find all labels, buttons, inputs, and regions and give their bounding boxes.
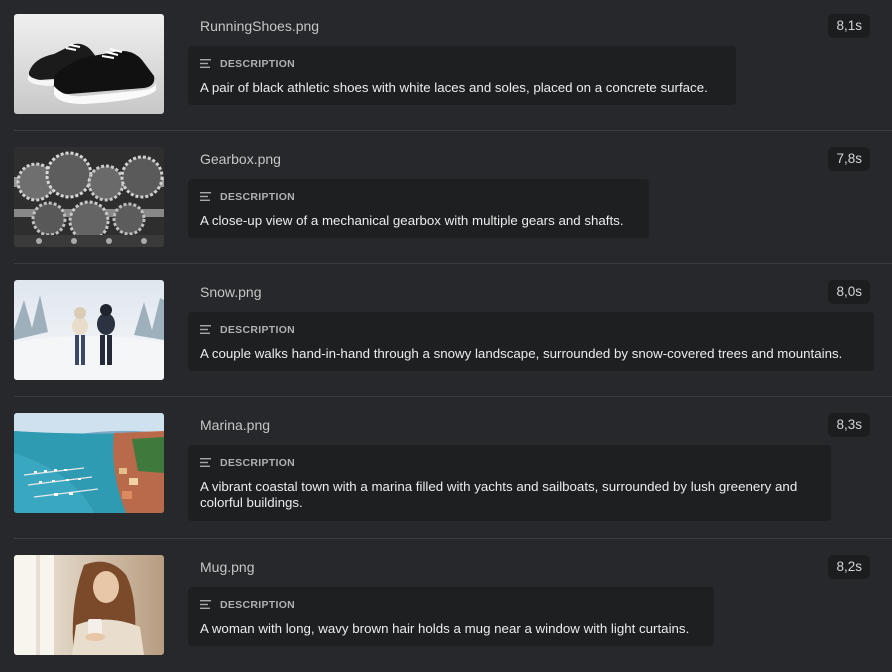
description-card: DESCRIPTION A couple walks hand-in-hand …: [188, 312, 874, 371]
file-name: Snow.png: [200, 284, 262, 300]
gearbox-image[interactable]: [14, 147, 164, 247]
list-item: Gearbox.png 7,8s DESCRIPTION A close-up …: [0, 131, 892, 264]
description-card: DESCRIPTION A close-up view of a mechani…: [188, 179, 649, 238]
description-text: A woman with long, wavy brown hair holds…: [200, 621, 690, 636]
description-text: A couple walks hand-in-hand through a sn…: [200, 346, 843, 361]
duration-badge: 8,1s: [828, 14, 870, 38]
description-text: A pair of black athletic shoes with whit…: [200, 80, 708, 95]
marina-image[interactable]: [14, 413, 164, 513]
description-label: DESCRIPTION: [220, 323, 296, 336]
description-label: DESCRIPTION: [220, 57, 296, 70]
file-name: Mug.png: [200, 559, 255, 575]
duration-badge: 7,8s: [828, 147, 870, 171]
description-label: DESCRIPTION: [220, 456, 296, 469]
mug-image[interactable]: [14, 555, 164, 655]
list-item: Mug.png 8,2s DESCRIPTION A woman with lo…: [0, 539, 892, 672]
file-name: Gearbox.png: [200, 151, 281, 167]
description-card: DESCRIPTION A pair of black athletic sho…: [188, 46, 736, 105]
shoes-image[interactable]: [14, 14, 164, 114]
list-item: Marina.png 8,3s DESCRIPTION A vibrant co…: [0, 397, 892, 539]
description-icon: [200, 325, 211, 334]
description-card: DESCRIPTION A woman with long, wavy brow…: [188, 587, 714, 646]
description-icon: [200, 192, 211, 201]
description-icon: [200, 59, 211, 68]
description-text: A vibrant coastal town with a marina fil…: [200, 479, 798, 510]
duration-badge: 8,2s: [828, 555, 870, 579]
description-icon: [200, 600, 211, 609]
description-text: A close-up view of a mechanical gearbox …: [200, 213, 624, 228]
snow-image[interactable]: [14, 280, 164, 380]
file-name: RunningShoes.png: [200, 18, 320, 34]
list-item: RunningShoes.png 8,1s DESCRIPTION A pair…: [0, 0, 892, 131]
duration-badge: 8,3s: [828, 413, 870, 437]
description-label: DESCRIPTION: [220, 190, 296, 203]
description-card: DESCRIPTION A vibrant coastal town with …: [188, 445, 831, 521]
list-item: Snow.png 8,0s DESCRIPTION A couple walks…: [0, 264, 892, 397]
file-name: Marina.png: [200, 417, 271, 433]
description-label: DESCRIPTION: [220, 598, 296, 611]
description-icon: [200, 458, 211, 467]
results-list: RunningShoes.png 8,1s DESCRIPTION A pair…: [0, 0, 892, 672]
duration-badge: 8,0s: [828, 280, 870, 304]
